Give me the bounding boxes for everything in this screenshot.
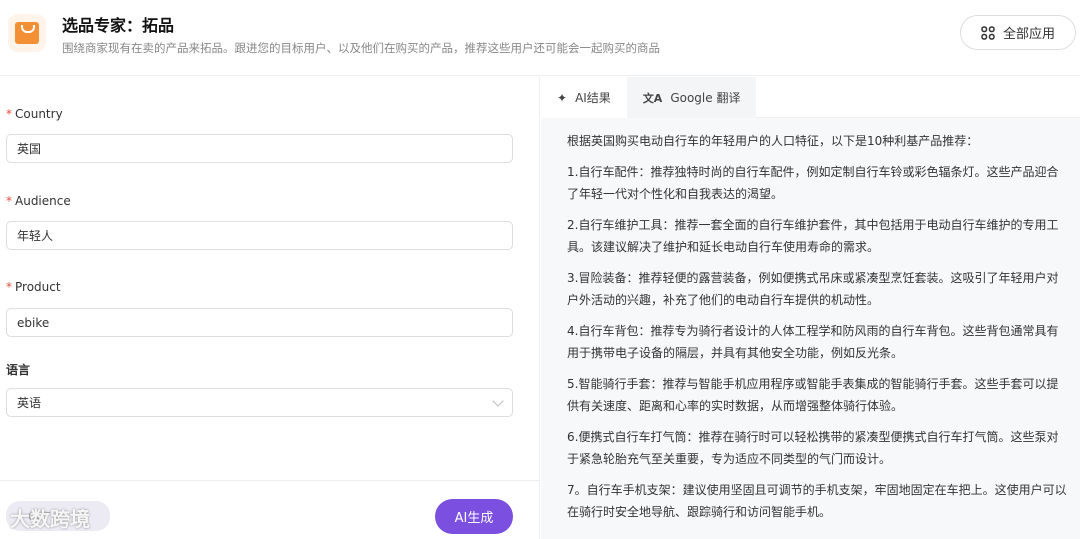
result-paragraph: 1.自行车配件：推荐独特时尚的自行车配件，例如定制自行车铃或彩色辐条灯。这些产品… (567, 165, 1059, 201)
grid-icon (981, 25, 995, 40)
tab-google-translate[interactable]: 文A Google 翻译 (626, 77, 757, 118)
result-paragraph: 2.自行车维护工具：推荐一套全面的自行车维护套件，其中包括用于电动自行车维护的专… (567, 218, 1059, 254)
language-select[interactable]: 英语 (6, 388, 513, 417)
product-input[interactable]: ebike (6, 308, 513, 337)
result-paragraph: 5.智能骑行手套：推荐与智能手机应用程序或智能手表集成的智能骑行手套。这些手套可… (567, 377, 1059, 413)
sparkle-icon: ✦ (557, 90, 568, 105)
result-panel: ✦ AI结果 文A Google 翻译 根据英国购买电动自行车的年轻用户的人口特征，… (541, 77, 1080, 539)
result-paragraph: 7。自行车手机支架：建议使用坚固且可调节的手机支架，牢固地固定在车把上。这使用户… (567, 483, 1067, 519)
page-title: 选品专家：拓品 (62, 16, 175, 35)
tab-ai-result[interactable]: ✦ AI结果 (541, 77, 627, 118)
shopping-bag-icon (8, 14, 46, 52)
page-subtitle: 围绕商家现有在卖的产品来拓品。跟进您的目标用户、以及他们在购买的产品，推荐这些用… (62, 41, 660, 55)
chevron-down-icon (492, 395, 504, 407)
language-label: 语言 (6, 363, 31, 377)
app-header: 选品专家：拓品 围绕商家现有在卖的产品来拓品。跟进您的目标用户、以及他们在购买的… (0, 0, 1080, 76)
form-footer: GPT 大数跨境 AI生成 (0, 480, 540, 539)
result-paragraph: 6.便携式自行车打气筒：推荐在骑行时可以轻松携带的紧凑型便携式自行车打气筒。这些… (567, 430, 1059, 466)
result-paragraph: 4.自行车背包：推荐专为骑行者设计的人体工程学和防风雨的自行车背包。这些背包通常… (567, 324, 1059, 360)
audience-input[interactable]: 年轻人 (6, 221, 513, 250)
result-tabs: ✦ AI结果 文A Google 翻译 (541, 77, 1080, 118)
country-input[interactable]: 英国 (6, 134, 513, 163)
result-text: 根据英国购买电动自行车的年轻用户的人口特征，以下是10种利基产品推荐： 1.自行… (541, 118, 1080, 523)
all-apps-label: 全部应用 (1002, 27, 1055, 42)
ai-generate-button[interactable]: AI生成 (435, 499, 513, 534)
audience-label: * Audience (6, 194, 71, 208)
country-label: * Country (6, 107, 63, 121)
watermark: 大数跨境 (10, 507, 90, 531)
input-form: * Country 英国 * Audience 年轻人 * Product ebike… (0, 77, 540, 539)
product-label: * Product (6, 280, 61, 294)
language-value: 英语 (17, 396, 42, 410)
result-paragraph: 3.冒险装备：推荐轻便的露营装备，例如便携式吊床或紧凑型烹饪套装。这吸引了年轻用… (567, 271, 1059, 307)
all-apps-button[interactable]: 全部应用 (960, 15, 1076, 50)
translate-icon: 文A (642, 91, 663, 105)
result-paragraph: 根据英国购买电动自行车的年轻用户的人口特征，以下是10种利基产品推荐： (567, 134, 979, 148)
